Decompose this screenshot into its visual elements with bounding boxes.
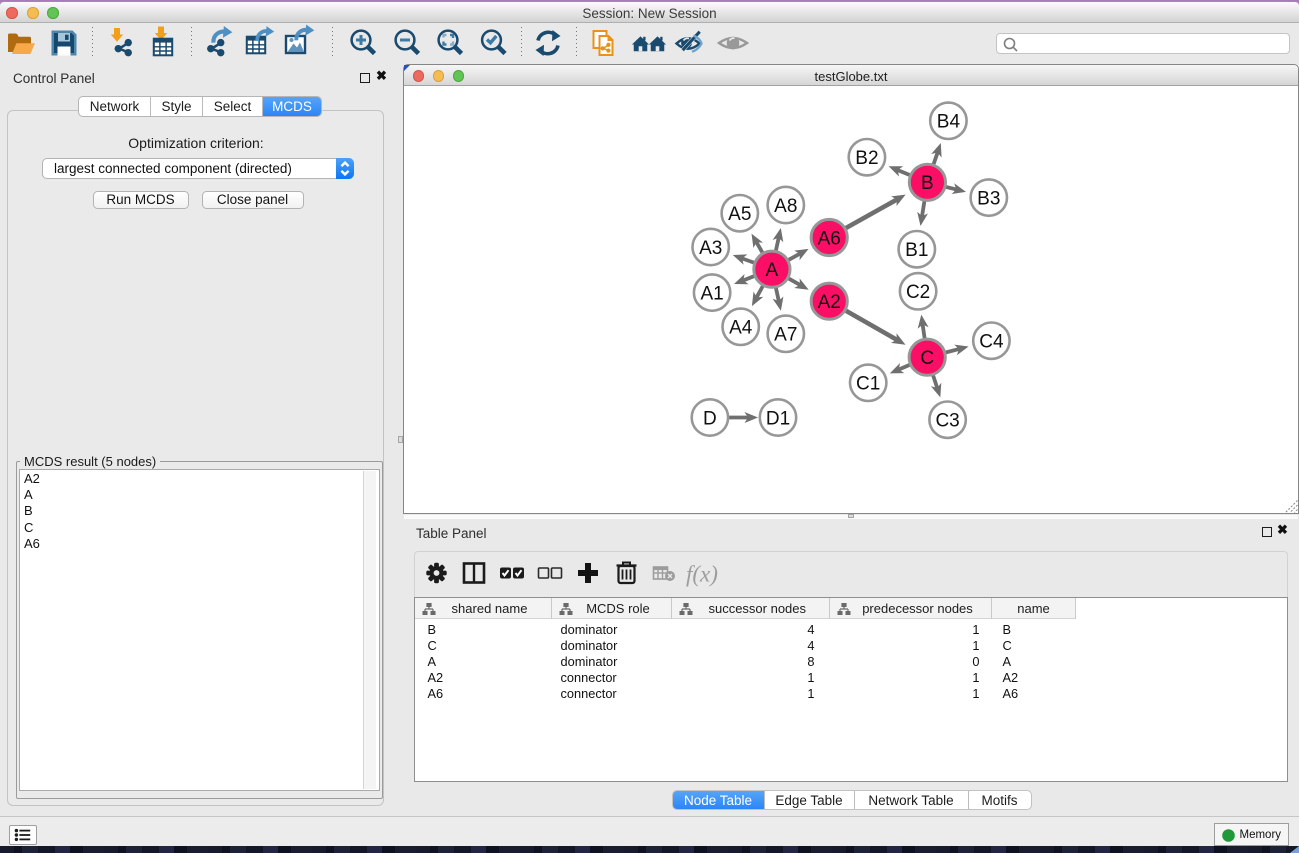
svg-text:C: C (920, 348, 934, 369)
svg-text:B2: B2 (855, 148, 878, 169)
svg-text:A6: A6 (818, 228, 841, 249)
svg-text:C4: C4 (979, 332, 1004, 353)
svg-text:A3: A3 (699, 238, 722, 259)
svg-text:C2: C2 (906, 282, 930, 303)
svg-text:A4: A4 (729, 318, 753, 339)
svg-text:A7: A7 (774, 325, 797, 346)
svg-text:C1: C1 (856, 374, 880, 395)
svg-text:A2: A2 (818, 292, 841, 313)
svg-text:A1: A1 (700, 284, 723, 305)
svg-text:B4: B4 (937, 112, 961, 133)
svg-text:C3: C3 (935, 411, 959, 432)
svg-text:A8: A8 (774, 196, 797, 217)
svg-text:A: A (766, 260, 779, 281)
svg-text:D: D (703, 408, 717, 429)
svg-text:D1: D1 (766, 408, 790, 429)
svg-text:f(x): f(x) (686, 562, 718, 587)
svg-text:A5: A5 (728, 204, 751, 225)
svg-text:B3: B3 (977, 189, 1000, 210)
svg-text:B: B (921, 173, 934, 194)
svg-text:B1: B1 (905, 240, 928, 261)
